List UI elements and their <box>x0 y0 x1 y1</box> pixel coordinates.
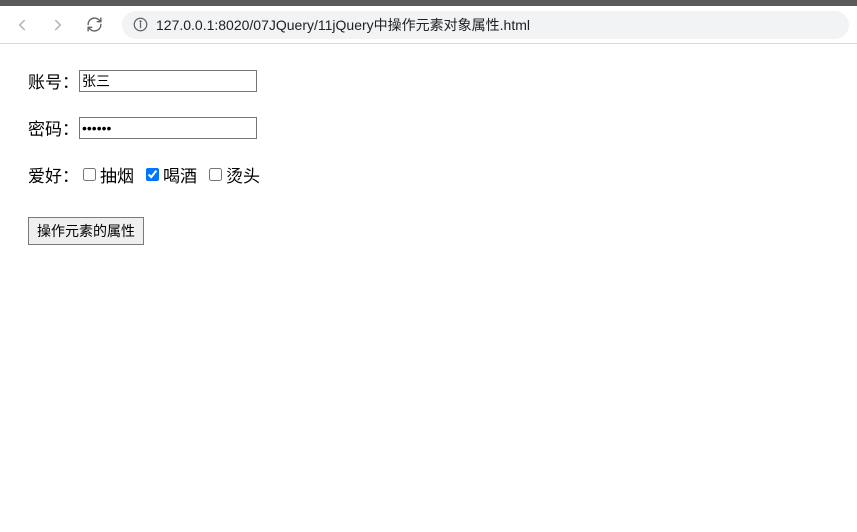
page-content: 账号： 密码： 爱好： 抽烟 喝酒 烫头 操作元素的属性 <box>0 44 857 269</box>
forward-button[interactable] <box>44 11 72 39</box>
hobby-checkbox-drink[interactable] <box>146 168 159 181</box>
reload-button[interactable] <box>80 11 108 39</box>
hobby-checkbox-smoke[interactable] <box>83 168 96 181</box>
hobby-checkbox-perm[interactable] <box>209 168 222 181</box>
hobby-item-smoke[interactable]: 抽烟 <box>83 162 134 187</box>
hobby-text-perm: 烫头 <box>226 162 260 187</box>
site-info-icon[interactable] <box>132 17 148 33</box>
back-button[interactable] <box>8 11 36 39</box>
account-input[interactable] <box>79 70 257 92</box>
password-row: 密码： <box>28 115 829 140</box>
address-bar[interactable]: 127.0.0.1:8020/07JQuery/11jQuery中操作元素对象属… <box>122 11 849 39</box>
operate-attributes-button[interactable]: 操作元素的属性 <box>28 217 144 245</box>
password-input[interactable] <box>79 117 257 139</box>
hobby-text-smoke: 抽烟 <box>100 162 134 187</box>
account-label: 账号： <box>28 68 79 93</box>
password-label: 密码： <box>28 115 79 140</box>
hobby-row: 爱好： 抽烟 喝酒 烫头 <box>28 162 829 187</box>
url-text: 127.0.0.1:8020/07JQuery/11jQuery中操作元素对象属… <box>156 15 530 35</box>
account-row: 账号： <box>28 68 829 93</box>
hobby-label: 爱好： <box>28 162 79 187</box>
browser-toolbar: 127.0.0.1:8020/07JQuery/11jQuery中操作元素对象属… <box>0 6 857 44</box>
hobby-text-drink: 喝酒 <box>163 162 197 187</box>
hobby-item-drink[interactable]: 喝酒 <box>146 162 197 187</box>
hobby-item-perm[interactable]: 烫头 <box>209 162 260 187</box>
